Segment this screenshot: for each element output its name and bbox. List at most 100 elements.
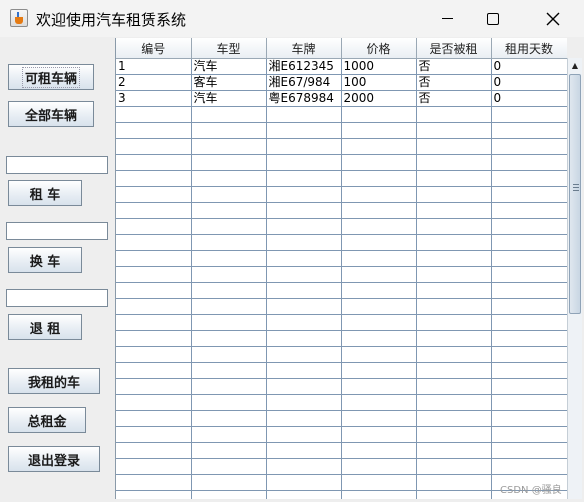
empty-table-row[interactable] [116,442,567,459]
table-cell[interactable] [266,458,342,475]
maximize-button[interactable] [470,0,516,37]
table-cell[interactable] [191,362,267,379]
table-cell[interactable] [341,138,417,155]
table-cell[interactable] [266,378,342,395]
table-cell[interactable] [491,138,567,155]
table-cell[interactable] [341,234,417,251]
table-cell[interactable]: 否 [416,74,492,91]
table-cell[interactable] [191,378,267,395]
all-cars-button[interactable]: 全部车辆 [8,101,94,127]
table-cell[interactable] [341,314,417,331]
table-cell[interactable] [116,202,192,219]
table-cell[interactable] [266,410,342,427]
table-cell[interactable] [491,362,567,379]
table-cell[interactable]: 湘E612345 [266,58,342,75]
table-cell[interactable] [191,202,267,219]
table-row[interactable]: 1 汽车 湘E612345 1000 否 0 [116,58,567,75]
table-cell[interactable] [341,298,417,315]
column-header-price[interactable]: 价格 [341,38,417,59]
table-cell[interactable] [341,106,417,123]
table-cell[interactable] [116,362,192,379]
table-cell[interactable] [191,394,267,411]
table-cell[interactable] [116,250,192,267]
table-cell[interactable] [416,490,492,499]
table-cell[interactable] [416,282,492,299]
table-row[interactable]: 3 汽车 粤E678984 2000 否 0 [116,90,567,107]
table-cell[interactable] [341,250,417,267]
table-cell[interactable] [416,410,492,427]
table-cell[interactable] [341,202,417,219]
table-cell[interactable] [416,234,492,251]
empty-table-row[interactable] [116,410,567,427]
empty-table-row[interactable] [116,122,567,139]
table-cell[interactable] [191,234,267,251]
table-cell[interactable] [341,474,417,491]
table-cell[interactable] [491,186,567,203]
empty-table-row[interactable] [116,170,567,187]
table-cell[interactable]: 汽车 [191,58,267,75]
table-cell[interactable] [416,346,492,363]
my-rentals-button[interactable]: 我租的车 [8,368,100,394]
column-header-id[interactable]: 编号 [116,38,192,59]
table-cell[interactable] [341,330,417,347]
table-cell[interactable] [491,202,567,219]
close-button[interactable] [530,0,576,37]
table-cell[interactable] [416,218,492,235]
table-cell[interactable]: 2 [116,74,192,91]
table-cell[interactable] [191,266,267,283]
table-cell[interactable] [416,170,492,187]
table-cell[interactable] [266,362,342,379]
table-cell[interactable] [341,442,417,459]
table-cell[interactable] [491,154,567,171]
table-cell[interactable] [116,394,192,411]
car-table[interactable]: 编号 车型 车牌 价格 是否被租 租用天数 1 汽车 湘E612345 1000… [115,38,567,499]
table-cell[interactable] [491,266,567,283]
table-cell[interactable] [266,298,342,315]
table-cell[interactable] [116,138,192,155]
table-cell[interactable] [341,394,417,411]
table-cell[interactable]: 汽车 [191,90,267,107]
empty-table-row[interactable] [116,106,567,123]
empty-table-row[interactable] [116,458,567,475]
table-cell[interactable] [416,474,492,491]
table-cell[interactable] [491,426,567,443]
table-cell[interactable] [341,378,417,395]
table-cell[interactable] [416,266,492,283]
table-cell[interactable] [191,170,267,187]
table-cell[interactable] [191,442,267,459]
empty-table-row[interactable] [116,138,567,155]
table-cell[interactable] [341,122,417,139]
empty-table-row[interactable] [116,250,567,267]
table-cell[interactable]: 客车 [191,74,267,91]
table-cell[interactable] [416,362,492,379]
empty-table-row[interactable] [116,330,567,347]
empty-table-row[interactable] [116,234,567,251]
table-cell[interactable] [116,122,192,139]
table-cell[interactable] [191,186,267,203]
table-cell[interactable] [116,298,192,315]
table-cell[interactable] [266,490,342,499]
rent-car-button[interactable]: 租 车 [8,180,82,206]
table-cell[interactable]: 1000 [341,58,417,75]
scroll-thumb[interactable] [569,74,581,314]
table-cell[interactable] [416,122,492,139]
table-cell[interactable] [341,362,417,379]
return-car-button[interactable]: 退 租 [8,314,82,340]
empty-table-row[interactable] [116,362,567,379]
table-cell[interactable] [416,154,492,171]
table-cell[interactable] [266,426,342,443]
table-cell[interactable] [191,410,267,427]
table-cell[interactable] [191,474,267,491]
table-cell[interactable] [266,218,342,235]
table-cell[interactable] [191,458,267,475]
table-cell[interactable] [191,154,267,171]
table-cell[interactable] [341,218,417,235]
table-cell[interactable] [416,314,492,331]
table-cell[interactable] [116,346,192,363]
table-cell[interactable] [266,170,342,187]
table-cell[interactable] [341,490,417,499]
empty-table-row[interactable] [116,298,567,315]
swap-car-id-input[interactable] [6,222,108,240]
table-cell[interactable]: 粤E678984 [266,90,342,107]
empty-table-row[interactable] [116,186,567,203]
